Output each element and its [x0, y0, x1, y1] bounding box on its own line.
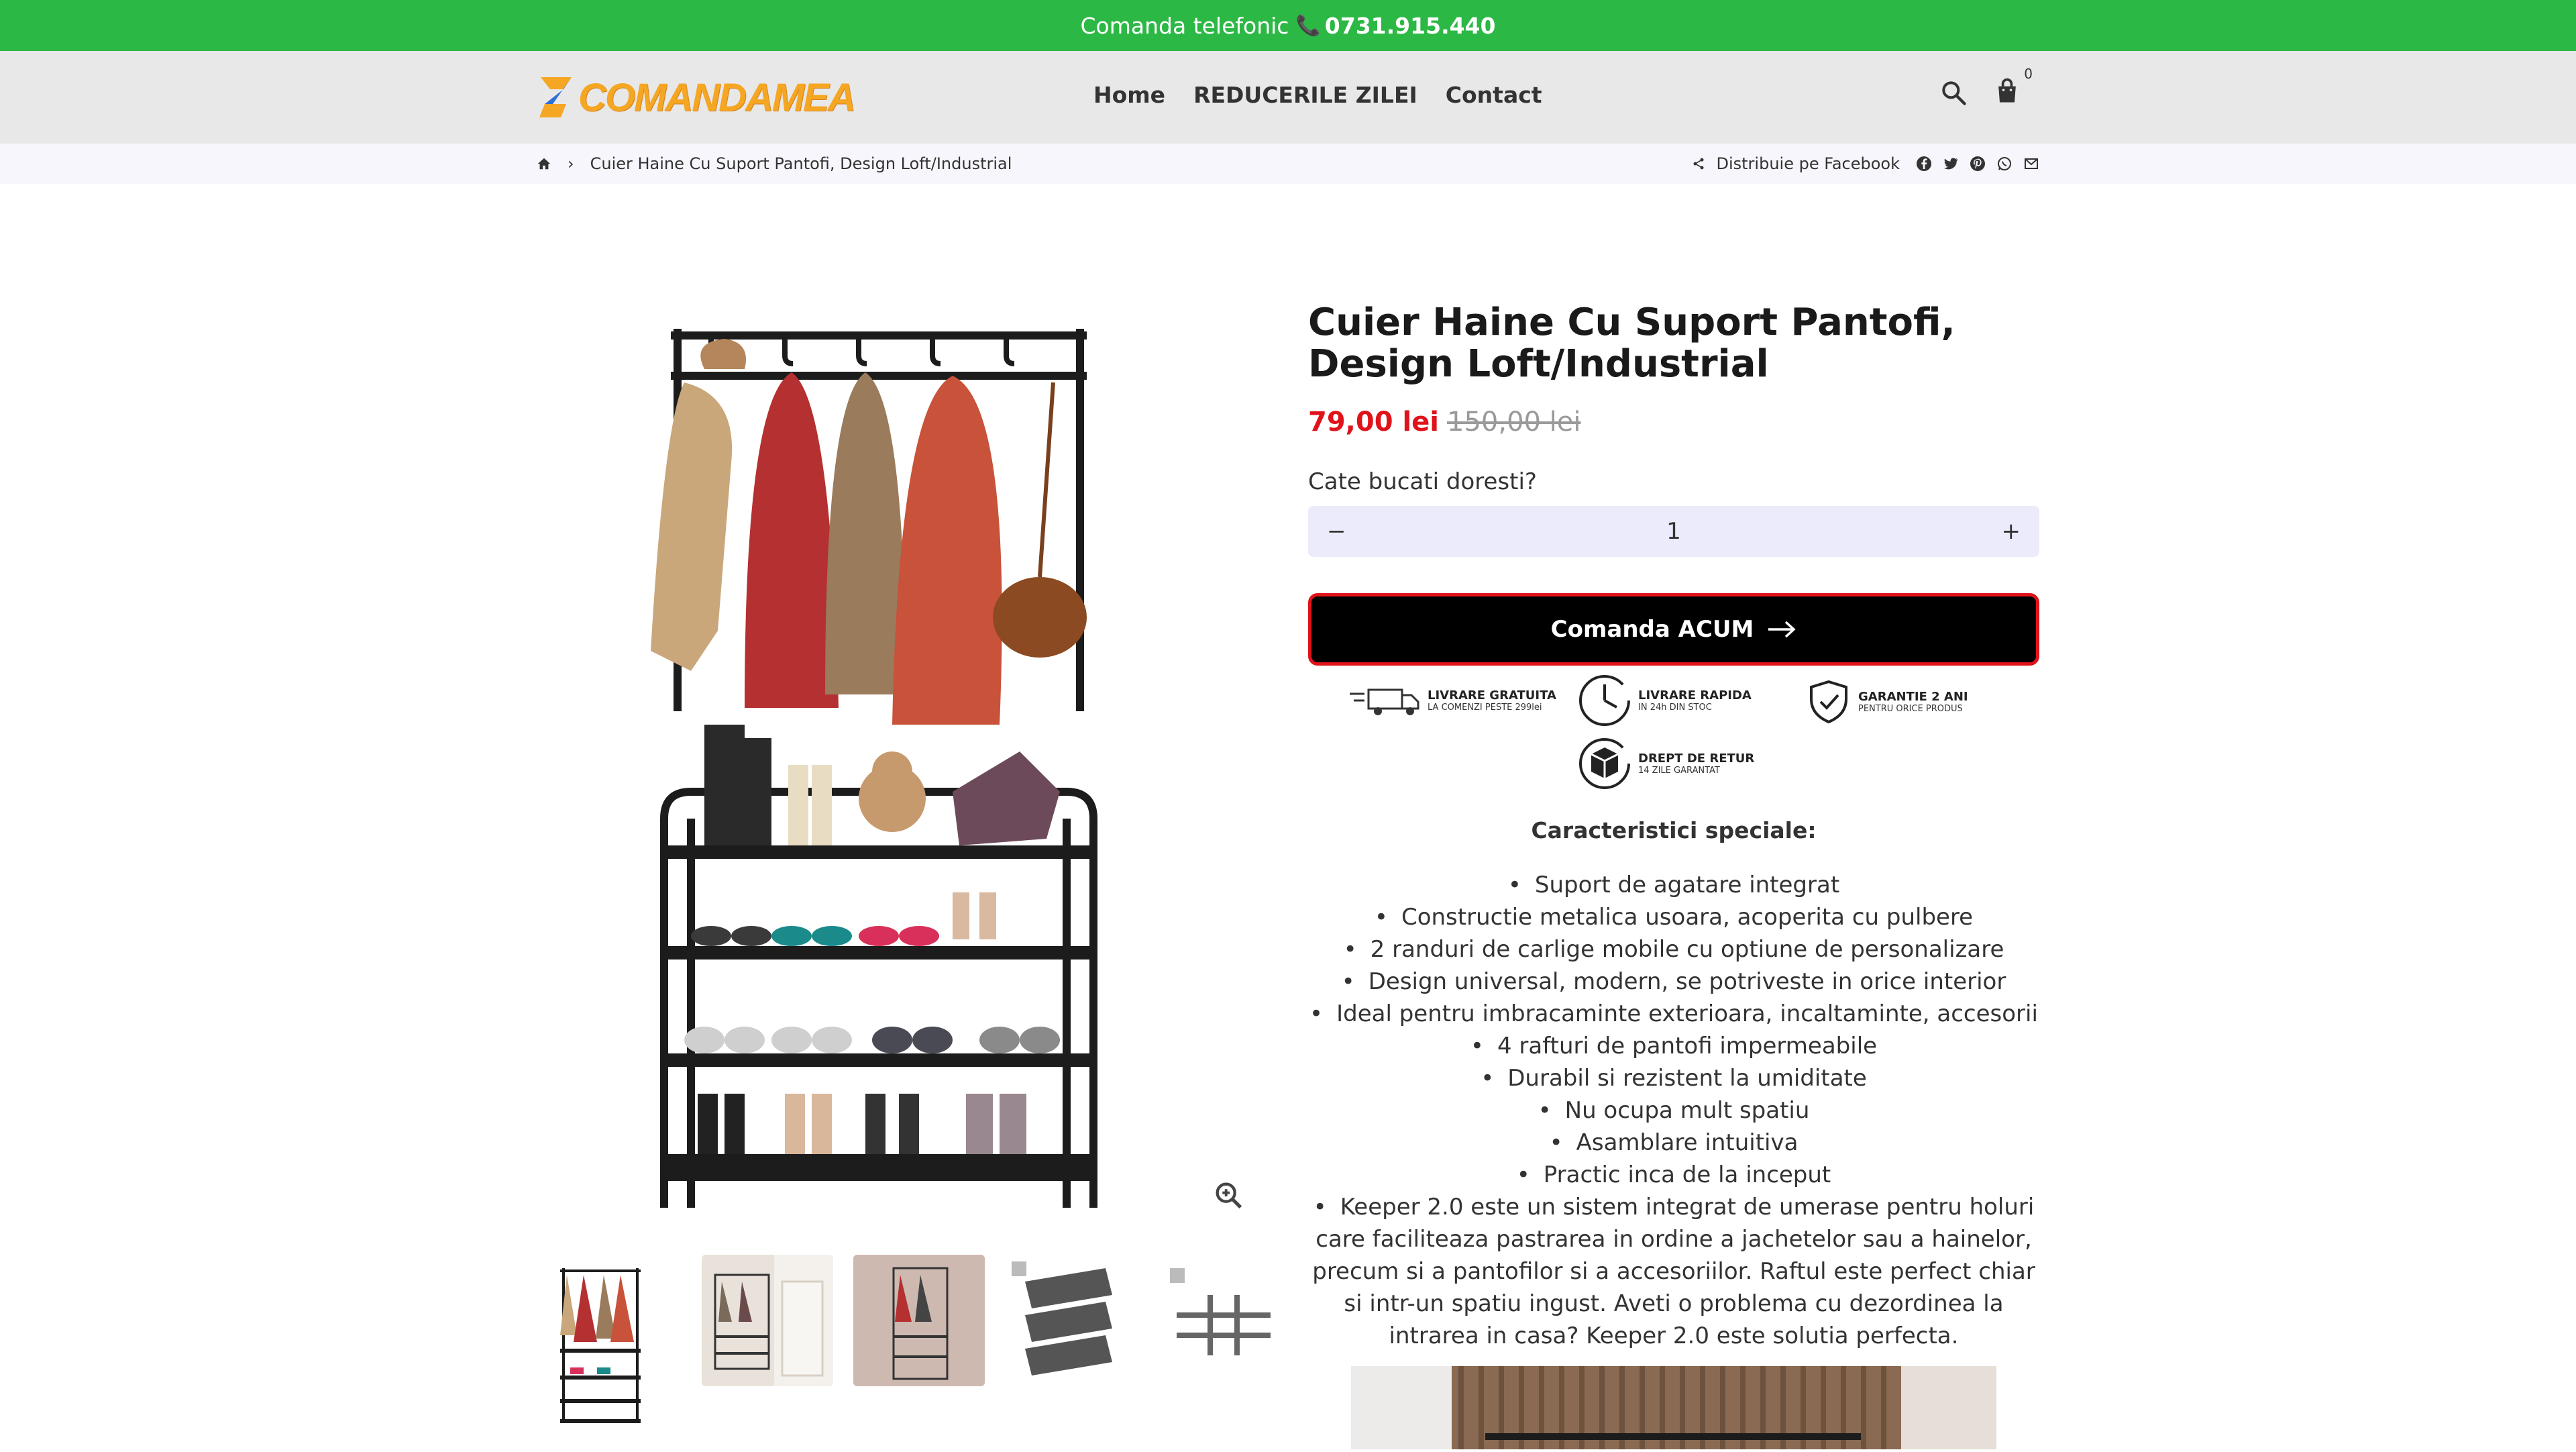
home-icon[interactable] [537, 156, 551, 171]
facebook-icon[interactable] [1916, 156, 1932, 172]
site-logo[interactable]: COMANDAMEA [537, 71, 856, 123]
email-icon[interactable] [2023, 156, 2039, 172]
logo-mark-icon [539, 77, 572, 117]
feature-item: Durabil si rezistent la umiditate [1308, 1062, 2039, 1094]
delivery-truck-icon [1350, 688, 1419, 715]
original-price: 150,00 lei [1447, 407, 1581, 437]
quantity-increase-button[interactable]: + [2001, 518, 2021, 545]
badge-title: LIVRARE GRATUITA [1428, 688, 1556, 703]
badge-title: DREPT DE RETUR [1638, 751, 1755, 766]
feature-item: Suport de agatare integrat [1308, 869, 2039, 901]
announcement-text: Comanda telefonic [1080, 12, 1289, 39]
badge-fast-delivery: LIVRARE RAPIDA IN 24h DIN STOC [1576, 672, 1752, 729]
order-now-button[interactable]: Comanda ACUM [1308, 593, 2039, 666]
features-list: Suport de agatare integrat Constructie m… [1308, 869, 2039, 1352]
main-nav: Home REDUCERILE ZILEI Contact [1093, 82, 1542, 108]
phone-icon: 📞 [1295, 13, 1321, 38]
product-info: Cuier Haine Cu Suport Pantofi, Design Lo… [1308, 302, 2039, 1352]
share-bar: Distribuie pe Facebook [1692, 154, 2039, 173]
whatsapp-icon[interactable] [1996, 156, 2012, 172]
promo-image [1351, 1366, 1996, 1449]
thumbnail-rack [1170, 1268, 1271, 1355]
share-icon [1693, 158, 1704, 170]
thumbnail-image [853, 1255, 985, 1386]
product-main-image[interactable] [637, 309, 1161, 1221]
nav-home[interactable]: Home [1093, 82, 1165, 108]
feature-item: Constructie metalica usoara, acoperita c… [1308, 901, 2039, 933]
arrow-right-icon [1768, 621, 1796, 638]
feature-item: Practic inca de la inceput [1308, 1159, 2039, 1191]
badge-subtitle: IN 24h DIN STOC [1638, 703, 1712, 713]
badge-title: LIVRARE RAPIDA [1638, 688, 1752, 703]
site-header: COMANDAMEA Home REDUCERILE ZILEI Contact… [0, 51, 2576, 144]
product-title: Cuier Haine Cu Suport Pantofi, Design Lo… [1308, 301, 1955, 386]
feature-item: Asamblare intuitiva [1308, 1127, 2039, 1159]
badge-title: GARANTIE 2 ANI [1858, 690, 1968, 704]
sale-price: 79,00 lei [1308, 407, 1439, 437]
feature-item: Nu ocupa mult spatiu [1308, 1094, 2039, 1127]
feature-item: Ideal pentru imbracaminte exterioara, in… [1308, 998, 2039, 1030]
badge-return: DREPT DE RETUR 14 ZILE GARANTAT [1576, 735, 1754, 792]
clock-icon [1579, 675, 1630, 726]
badge-free-delivery: LIVRARE GRATUITA LA COMENZI PESTE 299lei [1348, 683, 1556, 718]
breadcrumb-separator: › [568, 154, 574, 173]
thumbnail-4[interactable] [1005, 1248, 1136, 1449]
price-block: 79,00 lei 150,00 lei [1308, 407, 2039, 437]
order-now-label: Comanda ACUM [1550, 616, 1754, 643]
breadcrumb: › Cuier Haine Cu Suport Pantofi, Design … [537, 154, 1012, 173]
thumbnail-2[interactable] [702, 1248, 833, 1449]
thumbnail-3[interactable] [853, 1248, 985, 1449]
feature-item: 4 rafturi de pantofi impermeabile [1308, 1030, 2039, 1062]
cart-button[interactable]: 0 [1992, 66, 2033, 109]
promo-image-graphic [1351, 1366, 1996, 1449]
announcement-bar: Comanda telefonic 📞 0731.915.440 [0, 0, 2576, 51]
feature-item: Design universal, modern, se potriveste … [1308, 966, 2039, 998]
breadcrumb-bar: › Cuier Haine Cu Suport Pantofi, Design … [0, 144, 2576, 184]
thumbnail-1[interactable] [550, 1248, 682, 1449]
breadcrumb-current: Cuier Haine Cu Suport Pantofi, Design Lo… [590, 154, 1012, 173]
quantity-label: Cate bucati doresti? [1308, 468, 1537, 495]
trust-badges: LIVRARE GRATUITA LA COMENZI PESTE 299lei… [1308, 670, 2039, 790]
quantity-stepper: − 1 + [1308, 506, 2039, 557]
feature-item: Keeper 2.0 este un sistem integrat de um… [1308, 1191, 2039, 1352]
thumbnail-strip [550, 1248, 1288, 1449]
badge-warranty: GARANTIE 2 ANI PENTRU ORICE PRODUS [1805, 678, 1968, 726]
features-title: Caracteristici speciale: [1531, 817, 1817, 843]
quantity-value[interactable]: 1 [1666, 518, 1681, 545]
badge-subtitle: PENTRU ORICE PRODUS [1858, 704, 1963, 714]
share-label[interactable]: Distribuie pe Facebook [1716, 154, 1900, 173]
thumbnail-image [1005, 1255, 1136, 1386]
twitter-icon[interactable] [1943, 156, 1959, 172]
badge-subtitle: LA COMENZI PESTE 299lei [1428, 703, 1542, 713]
header-actions: 0 [1939, 66, 2033, 109]
cart-count-badge: 0 [2024, 66, 2033, 82]
badge-subtitle: 14 ZILE GARANTAT [1638, 766, 1720, 776]
pinterest-icon[interactable] [1970, 156, 1986, 172]
return-box-icon [1579, 738, 1630, 789]
phone-number[interactable]: 0731.915.440 [1325, 13, 1496, 39]
thumbnail-rack [714, 1274, 824, 1377]
thumbnail-image [560, 1268, 641, 1423]
thumbnail-image [702, 1255, 833, 1386]
feature-item: 2 randuri de carlige mobile cu optiune d… [1308, 933, 2039, 966]
nav-reducerile-zilei[interactable]: REDUCERILE ZILEI [1193, 82, 1417, 108]
shopping-bag-icon [1998, 78, 2016, 103]
thumbnail-image [1157, 1255, 1288, 1386]
thumbnail-rack [1012, 1261, 1112, 1376]
nav-contact[interactable]: Contact [1446, 82, 1542, 108]
logo-text: COMANDAMEA [578, 75, 856, 119]
quantity-decrease-button[interactable]: − [1327, 518, 1346, 545]
search-icon[interactable] [1939, 78, 1968, 107]
zoom-in-icon[interactable] [1212, 1178, 1246, 1213]
thumbnail-rack [853, 1255, 985, 1386]
shield-check-icon [1810, 680, 1847, 724]
thumbnail-5[interactable] [1157, 1248, 1288, 1449]
